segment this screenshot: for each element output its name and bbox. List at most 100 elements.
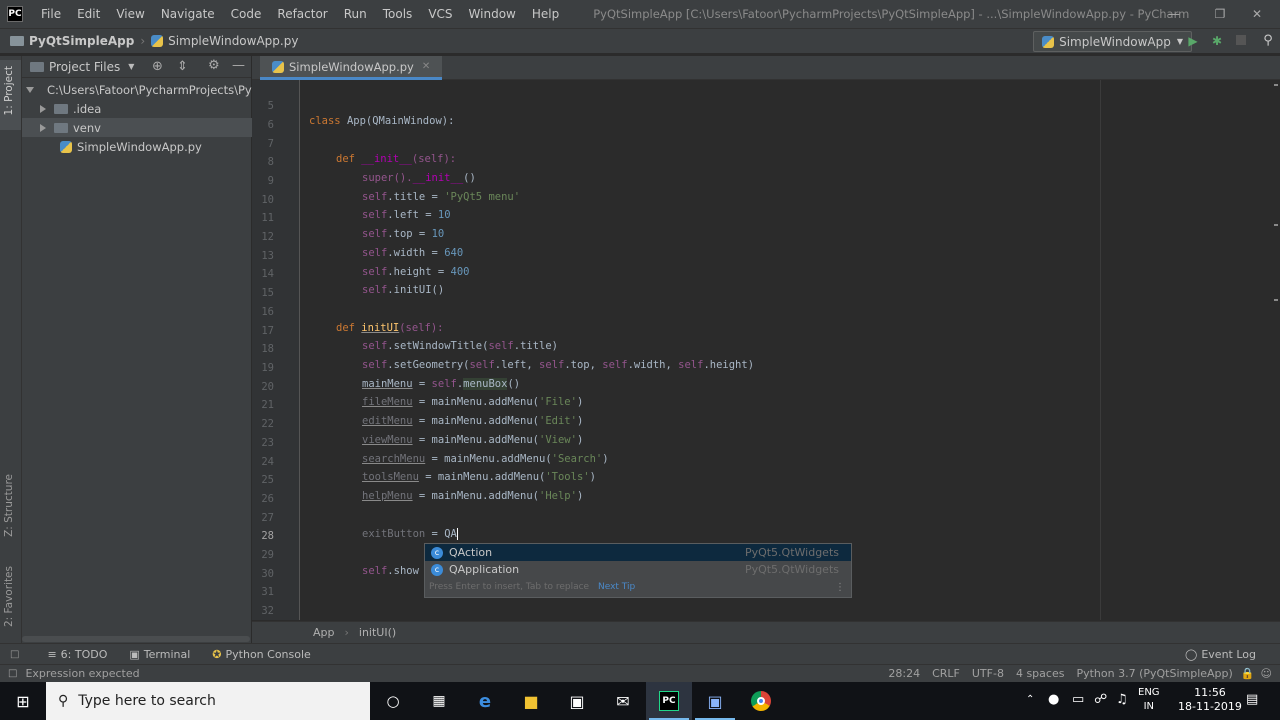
- menu-view[interactable]: View: [108, 7, 152, 21]
- horizontal-scrollbar[interactable]: [22, 636, 250, 642]
- next-tip-link[interactable]: Next Tip: [598, 582, 635, 592]
- warning-mark[interactable]: [1274, 224, 1278, 226]
- menu-window[interactable]: Window: [461, 7, 524, 21]
- tool-tab-project[interactable]: 1: Project: [3, 66, 15, 115]
- windows-start-icon[interactable]: ⊞: [0, 682, 46, 720]
- indent-setting[interactable]: 4 spaces: [1016, 667, 1065, 680]
- search-everywhere-icon[interactable]: ⚲: [1260, 32, 1276, 48]
- status-panel-icon[interactable]: □: [8, 668, 17, 679]
- folder-icon: [54, 122, 68, 133]
- tool-tab-structure[interactable]: Z: Structure: [3, 474, 15, 537]
- code-editor[interactable]: class App(QMainWindow): def __init__(sel…: [301, 80, 1280, 620]
- menu-refactor[interactable]: Refactor: [269, 7, 335, 21]
- tree-item-venv[interactable]: venv: [22, 118, 252, 137]
- menu-file[interactable]: File: [33, 7, 69, 21]
- menu-run[interactable]: Run: [336, 7, 375, 21]
- tool-tab-event-log[interactable]: Event Log: [1201, 648, 1256, 661]
- input-language[interactable]: ENG IN: [1138, 686, 1160, 714]
- stop-icon[interactable]: [1236, 35, 1246, 45]
- inspector-icon[interactable]: ☺: [1261, 667, 1272, 680]
- lock-icon[interactable]: 🔒: [1241, 667, 1255, 680]
- volume-icon[interactable]: ♫: [1116, 692, 1128, 707]
- recorder-icon[interactable]: ▣: [692, 682, 738, 720]
- menu-tools[interactable]: Tools: [375, 7, 421, 21]
- project-view-select[interactable]: Project Files: [49, 60, 120, 74]
- notifications-icon[interactable]: ▤: [1246, 692, 1258, 707]
- close-icon[interactable]: ✕: [1234, 0, 1280, 28]
- editor-tab-simplewindowapp[interactable]: SimpleWindowApp.py ✕: [260, 56, 443, 80]
- tree-item-project-root[interactable]: C:\Users\Fatoor\PycharmProjects\PyQtSimp…: [22, 80, 252, 99]
- warning-mark[interactable]: [1274, 84, 1278, 86]
- python-interpreter[interactable]: Python 3.7 (PyQtSimpleApp): [1076, 667, 1232, 680]
- menu-help[interactable]: Help: [524, 7, 567, 21]
- pycharm-app-icon[interactable]: PC: [7, 6, 23, 22]
- expand-arrow-icon[interactable]: [40, 123, 46, 132]
- show-hidden-icons[interactable]: ⌃: [1026, 694, 1034, 705]
- close-tab-icon[interactable]: ✕: [422, 61, 430, 72]
- chevron-down-icon[interactable]: ▼: [128, 62, 134, 71]
- todo-icon: ≡: [47, 648, 57, 661]
- python-file-icon: [60, 140, 72, 153]
- line-number: 30: [261, 568, 274, 580]
- line-number: 22: [261, 418, 274, 430]
- menu-vcs[interactable]: VCS: [420, 7, 460, 21]
- breadcrumb-method[interactable]: initUI(): [359, 626, 396, 639]
- mail-icon[interactable]: ✉: [600, 682, 646, 720]
- error-stripe[interactable]: [1274, 84, 1278, 604]
- line-number: 14: [261, 268, 274, 280]
- menu-navigate[interactable]: Navigate: [153, 7, 223, 21]
- store-icon[interactable]: ▣: [554, 682, 600, 720]
- locate-file-icon[interactable]: ⊕: [152, 59, 163, 74]
- completion-item-qapplication[interactable]: c QApplication PyQt5.QtWidgets: [425, 561, 851, 578]
- collapse-all-icon[interactable]: ⇕: [177, 59, 188, 74]
- gear-icon[interactable]: ⚙: [208, 58, 220, 73]
- more-options-icon[interactable]: ⋮: [835, 582, 845, 593]
- breadcrumb-class[interactable]: App: [313, 626, 335, 639]
- chevron-right-icon: ›: [140, 34, 146, 48]
- cortana-icon[interactable]: ○: [370, 682, 416, 720]
- nav-project-crumb[interactable]: PyQtSimpleApp: [10, 34, 134, 48]
- completion-item-qaction[interactable]: c QAction PyQt5.QtWidgets: [425, 544, 851, 561]
- tool-tab-terminal[interactable]: Terminal: [144, 648, 191, 661]
- tool-tab-python-console[interactable]: Python Console: [226, 648, 311, 661]
- code-completion-popup: c QAction PyQt5.QtWidgets c QApplication…: [424, 543, 852, 598]
- windows-taskbar: ⊞ ⚲ Type here to search ○ ▦ e ■ ▣ ✉ PC ▣…: [0, 682, 1280, 720]
- debug-icon[interactable]: ✱: [1210, 33, 1224, 49]
- pycharm-taskbar-icon[interactable]: PC: [646, 682, 692, 720]
- chevron-right-icon: ›: [344, 626, 349, 639]
- tree-item-simplewindowapp[interactable]: SimpleWindowApp.py: [22, 137, 252, 156]
- line-number: 9: [267, 175, 274, 187]
- panel-toggle-icon[interactable]: □: [10, 649, 19, 660]
- file-explorer-icon[interactable]: ■: [508, 682, 554, 720]
- hide-panel-icon[interactable]: —: [232, 58, 245, 73]
- line-separator[interactable]: CRLF: [932, 667, 960, 680]
- task-view-icon[interactable]: ▦: [416, 682, 462, 720]
- tool-tab-favorites[interactable]: 2: Favorites: [3, 566, 15, 627]
- file-encoding[interactable]: UTF-8: [972, 667, 1004, 680]
- minimize-icon[interactable]: —: [1151, 0, 1197, 28]
- menu-code[interactable]: Code: [223, 7, 270, 21]
- taskbar-search-box[interactable]: ⚲ Type here to search: [46, 682, 370, 720]
- tool-window-bar: □ ≡ 6: TODO ▣ Terminal ✪ Python Console …: [0, 643, 1280, 665]
- expand-arrow-icon[interactable]: [40, 104, 46, 113]
- edge-icon[interactable]: e: [462, 682, 508, 720]
- expand-arrow-icon[interactable]: [26, 86, 34, 93]
- nav-file-crumb[interactable]: SimpleWindowApp.py: [151, 34, 298, 48]
- clock[interactable]: 11:56 18-11-2019: [1178, 686, 1242, 714]
- code-line-viewmenu: viewMenu = mainMenu.addMenu('View'): [362, 434, 584, 446]
- code-line-width: self.width = 640: [362, 247, 464, 259]
- tool-tab-todo[interactable]: 6: TODO: [61, 648, 108, 661]
- microphone-icon[interactable]: ●: [1048, 692, 1059, 707]
- code-line-class: class App(QMainWindow):: [309, 115, 455, 127]
- line-number: 20: [261, 381, 274, 393]
- run-icon[interactable]: ▶: [1186, 34, 1200, 48]
- chrome-icon[interactable]: [738, 682, 784, 720]
- warning-mark[interactable]: [1274, 299, 1278, 301]
- tree-item-idea[interactable]: .idea: [22, 99, 252, 118]
- menu-edit[interactable]: Edit: [69, 7, 108, 21]
- run-configuration-select[interactable]: SimpleWindowApp ▼: [1033, 31, 1192, 52]
- editor-breadcrumbs: App › initUI(): [252, 621, 1280, 643]
- caret-position[interactable]: 28:24: [888, 667, 920, 680]
- language-globe-icon[interactable]: ☍: [1094, 692, 1107, 707]
- network-icon[interactable]: ▭: [1072, 692, 1084, 707]
